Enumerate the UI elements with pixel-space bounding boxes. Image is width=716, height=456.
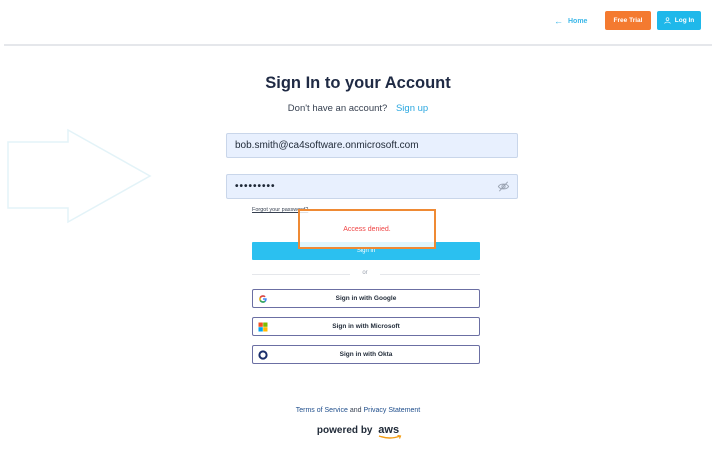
okta-icon [258,350,268,360]
divider-left [252,274,350,275]
google-icon [259,295,267,303]
home-link[interactable]: ← Home [554,14,587,28]
arrow-left-icon: ← [554,15,563,26]
divider-right [380,274,480,275]
page-title: Sign In to your Account [265,74,451,92]
okta-signin-button[interactable]: Sign in with Okta [252,345,480,364]
privacy-link[interactable]: Privacy Statement [363,407,420,414]
login-button[interactable]: Log In [657,11,701,30]
aws-logo: aws [378,424,402,439]
signup-prompt: Don't have an account? Sign up [0,103,716,114]
legal-links: Terms of Service and Privacy Statement [0,407,716,414]
microsoft-icon [258,322,268,332]
email-field[interactable]: bob.smith@ca4software.onmicrosoft.com [226,133,518,158]
decorative-arrow-graphic [7,128,152,224]
error-message: Access denied. [298,209,436,249]
free-trial-button[interactable]: Free Trial [605,11,651,30]
eye-slash-icon[interactable] [497,180,510,193]
no-account-text: Don't have an account? [287,103,388,114]
header-divider [4,44,712,46]
powered-by: powered by aws [0,424,716,439]
signup-link[interactable]: Sign up [396,103,428,114]
login-button-label: Log In [674,17,695,24]
password-field[interactable]: ••••••••• [226,174,518,199]
home-link-label: Home [568,17,588,25]
user-icon [664,17,671,24]
okta-signin-label: Sign in with Okta [339,351,393,358]
google-signin-button[interactable]: Sign in with Google [252,289,480,308]
aws-smile-icon [379,435,402,439]
and-text: and [349,407,362,414]
microsoft-signin-label: Sign in with Microsoft [332,323,400,330]
powered-by-text: powered by [316,425,373,436]
top-nav: ← Home Free Trial Log In [0,0,716,44]
google-signin-label: Sign in with Google [335,295,397,302]
or-separator: or [362,270,368,276]
microsoft-signin-button[interactable]: Sign in with Microsoft [252,317,480,336]
terms-link[interactable]: Terms of Service [296,407,348,414]
